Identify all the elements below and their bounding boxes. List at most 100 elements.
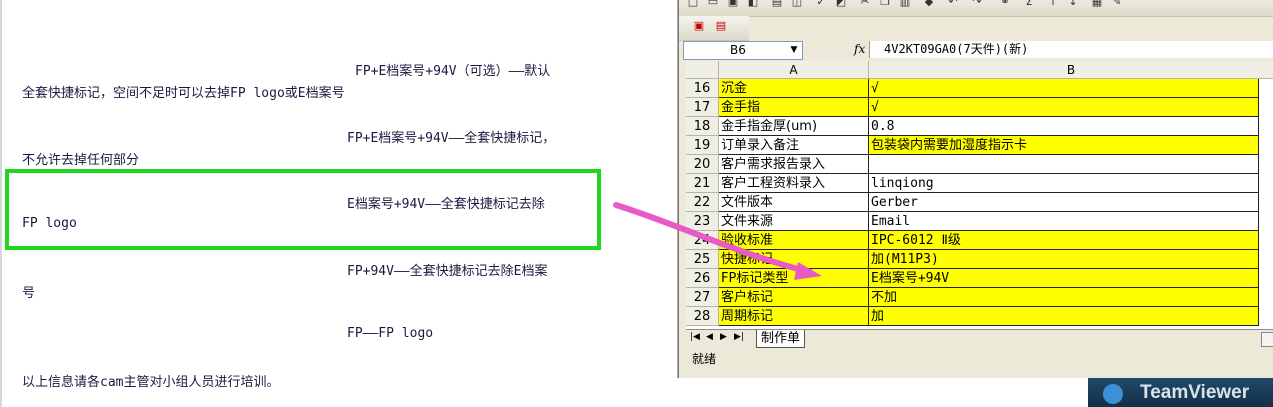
cell-a[interactable]: 周期标记: [719, 307, 869, 326]
row-header[interactable]: 27: [686, 288, 719, 307]
print-preview-icon[interactable]: ◫: [789, 0, 805, 10]
table-row: 22 文件版本 Gerber: [686, 193, 1273, 212]
cell-b[interactable]: IPC-6012 Ⅱ级: [869, 231, 1259, 250]
permission-icon[interactable]: ◧: [745, 0, 761, 10]
cell-a[interactable]: 沉金: [719, 79, 869, 98]
paste-icon[interactable]: ▥: [897, 0, 913, 10]
table-row: 26 FP标记类型 E档案号+94V: [686, 269, 1273, 288]
spelling-icon[interactable]: ✓: [813, 0, 829, 10]
page-edge: [0, 0, 2, 407]
print-icon[interactable]: ▤: [769, 0, 785, 10]
column-header-b[interactable]: B: [869, 61, 1273, 79]
teamviewer-name: TeamViewer: [1140, 382, 1250, 403]
teamviewer-banner[interactable]: TeamViewer: [1088, 378, 1273, 407]
cell-a[interactable]: 文件来源: [719, 212, 869, 231]
undo-icon[interactable]: ↶: [945, 0, 961, 10]
cell-a[interactable]: 文件版本: [719, 193, 869, 212]
standard-toolbar: □ ▭ ▣ ◧ ▤ ◫ ✓ ◩ ✂ ❐ ▥ ◆ ↶ ↷ ⚭ Σ ↑ ↓ ▦ ✎: [679, 0, 1273, 17]
cell-b[interactable]: √: [869, 98, 1259, 117]
cell-a[interactable]: 金手指: [719, 98, 869, 117]
cell-a[interactable]: 验收标准: [719, 231, 869, 250]
next-sheet-icon[interactable]: ▶: [720, 332, 727, 342]
row-header[interactable]: 26: [686, 269, 719, 288]
pdf-convert-icon[interactable]: ▣: [691, 18, 707, 34]
row-header[interactable]: 24: [686, 231, 719, 250]
row-header[interactable]: 17: [686, 98, 719, 117]
sheet-tab-bar: |◀ ◀ ▶ ▶| 制作单: [686, 329, 1273, 348]
cell-a[interactable]: 客户需求报告录入: [719, 155, 869, 174]
column-header-a[interactable]: A: [719, 61, 869, 79]
doc-line-9: FP——FP logo: [347, 326, 434, 341]
row-header[interactable]: 20: [686, 155, 719, 174]
table-row: 28 周期标记加: [686, 307, 1273, 326]
last-sheet-icon[interactable]: ▶|: [734, 332, 744, 342]
research-icon[interactable]: ◩: [833, 0, 849, 10]
sheet-tab-zhizuodan[interactable]: 制作单: [756, 330, 806, 348]
select-all-corner[interactable]: [686, 61, 719, 79]
cell-b[interactable]: Email: [869, 212, 1259, 231]
new-icon[interactable]: □: [685, 0, 701, 10]
hyperlink-icon[interactable]: ⚭: [997, 0, 1013, 10]
row-header[interactable]: 16: [686, 79, 719, 98]
chart-wizard-icon[interactable]: ▦: [1089, 0, 1105, 10]
doc-line-3: FP+E档案号+94V——全套快捷标记，: [347, 131, 556, 146]
drawing-icon[interactable]: ✎: [1109, 0, 1125, 10]
spreadsheet-grid: A B 16 沉金 √ 17 金手指 √ 18 金手指金厚(um) 0.8 19 订单录入备注 包装袋…: [686, 61, 1273, 329]
row-header[interactable]: 19: [686, 136, 719, 155]
table-row: 24 验收标准 IPC-6012 Ⅱ级: [686, 231, 1273, 250]
first-sheet-icon[interactable]: |◀: [690, 332, 700, 342]
pdf-toolbar: ▣ ▤: [679, 16, 749, 41]
name-box[interactable]: B6 ▼: [683, 41, 803, 60]
sort-ascending-icon[interactable]: ↑: [1045, 0, 1061, 10]
cell-a[interactable]: 客户工程资料录入: [719, 174, 869, 193]
doc-line-2: 全套快捷标记，空间不足时可以去掉FP logo或E档案号: [22, 86, 345, 101]
cell-a[interactable]: FP标记类型: [719, 269, 869, 288]
row-header[interactable]: 28: [686, 307, 719, 326]
format-painter-icon[interactable]: ◆: [921, 0, 937, 10]
prev-sheet-icon[interactable]: ◀: [706, 332, 713, 342]
row-header[interactable]: 22: [686, 193, 719, 212]
cell-b[interactable]: 不加: [869, 288, 1259, 307]
cell-b[interactable]: 加: [869, 307, 1259, 326]
pdf-email-icon[interactable]: ▤: [713, 18, 729, 34]
copy-icon[interactable]: ❐: [877, 0, 893, 10]
formula-bar[interactable]: 4V2KT09GA0(7天件)(新): [869, 41, 1273, 58]
cell-b[interactable]: Gerber: [869, 193, 1259, 212]
row-header[interactable]: 25: [686, 250, 719, 269]
cell-a[interactable]: 快捷标记: [719, 250, 869, 269]
horizontal-scrollbar[interactable]: [1261, 332, 1273, 347]
cell-a[interactable]: 订单录入备注: [719, 136, 869, 155]
row-header[interactable]: 21: [686, 174, 719, 193]
table-row: 16 沉金 √: [686, 79, 1273, 98]
green-highlight-box: [5, 169, 601, 250]
row-header[interactable]: 23: [686, 212, 719, 231]
row-header[interactable]: 18: [686, 117, 719, 136]
doc-line-7: FP+94V——全套快捷标记去除E档案: [347, 264, 548, 279]
cut-icon[interactable]: ✂: [857, 0, 873, 10]
table-row: 23 文件来源 Email: [686, 212, 1273, 231]
redo-icon[interactable]: ↷: [969, 0, 985, 10]
cell-b[interactable]: [869, 155, 1259, 174]
table-row: 19 订单录入备注 包装袋内需要加湿度指示卡: [686, 136, 1273, 155]
sort-descending-icon[interactable]: ↓: [1065, 0, 1081, 10]
cell-b[interactable]: 0.8: [869, 117, 1259, 136]
excel-window: □ ▭ ▣ ◧ ▤ ◫ ✓ ◩ ✂ ❐ ▥ ◆ ↶ ↷ ⚭ Σ ↑ ↓ ▦ ✎ …: [678, 0, 1273, 378]
cell-a[interactable]: 金手指金厚(um): [719, 117, 869, 136]
cell-b[interactable]: E档案号+94V: [869, 269, 1259, 288]
status-bar: 就绪: [692, 352, 717, 366]
table-row: 17 金手指 √: [686, 98, 1273, 117]
save-icon[interactable]: ▣: [725, 0, 741, 10]
table-row: 21 客户工程资料录入 linqiong: [686, 174, 1273, 193]
cell-b[interactable]: 包装袋内需要加湿度指示卡: [869, 136, 1259, 155]
fx-icon[interactable]: fx: [854, 42, 865, 56]
teamviewer-logo-icon: [1103, 384, 1123, 404]
open-icon[interactable]: ▭: [705, 0, 721, 10]
cell-a[interactable]: 客户标记: [719, 288, 869, 307]
cell-b[interactable]: √: [869, 79, 1259, 98]
cell-b[interactable]: 加(M11P3): [869, 250, 1259, 269]
autosum-icon[interactable]: Σ: [1021, 0, 1037, 10]
name-box-value: B6: [730, 43, 746, 57]
cell-b[interactable]: linqiong: [869, 174, 1259, 193]
chevron-down-icon[interactable]: ▼: [786, 42, 802, 59]
doc-line-10: 以上信息请各cam主管对小组人员进行培训。: [22, 375, 280, 390]
